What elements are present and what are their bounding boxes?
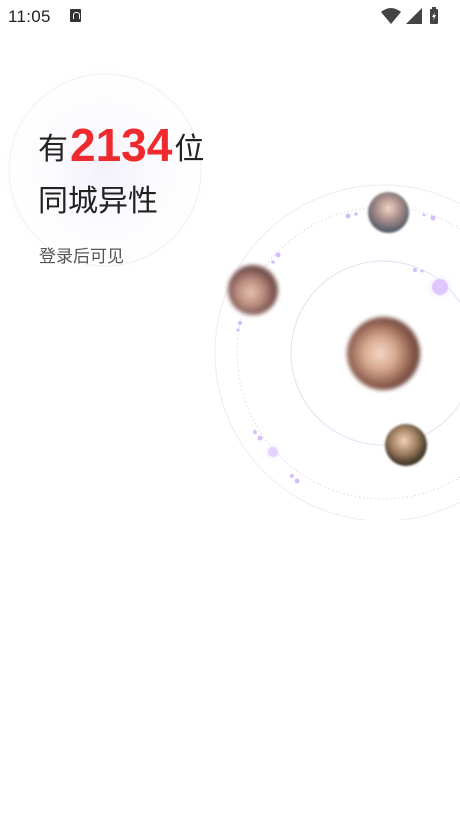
outer-ring	[214, 184, 460, 520]
avatar[interactable]	[228, 265, 278, 315]
orbit-dot	[271, 260, 275, 264]
battery-charging-icon	[430, 7, 438, 24]
system-icons	[380, 6, 450, 26]
avatar[interactable]	[347, 317, 420, 390]
status-time: 11:05	[8, 7, 51, 26]
orbit-dot	[257, 435, 263, 441]
glow-dot	[268, 447, 278, 457]
glow-dot	[263, 442, 283, 462]
glow-dot	[432, 279, 448, 295]
avatar[interactable]	[368, 192, 409, 233]
status-bar: 11:05	[0, 0, 460, 32]
orbit-dot	[412, 267, 418, 273]
headline-suffix: 位	[174, 132, 205, 167]
orbit-dot	[422, 213, 426, 217]
notification-a-icon	[70, 9, 81, 22]
login-hint[interactable]: 登录后可见	[39, 242, 124, 267]
orbit-dot	[430, 215, 436, 221]
nearby-count-headline: 有2134位 同城异性	[38, 118, 204, 222]
nearby-count: 2134	[70, 119, 173, 171]
orbit-dot	[354, 212, 358, 216]
avatar[interactable]	[385, 424, 427, 466]
orbit-dot	[294, 478, 300, 484]
headline-prefix: 有	[38, 132, 68, 167]
orbit-dot	[275, 252, 281, 258]
orbit-dot	[237, 320, 243, 326]
headline-subtitle: 同城异性	[38, 184, 158, 219]
signal-icon	[406, 8, 422, 24]
wifi-icon	[381, 8, 401, 24]
orbit-dot	[236, 328, 240, 332]
glow-dot	[424, 271, 456, 303]
orbit-dot	[253, 430, 257, 434]
headline-count-line: 有2134位	[38, 118, 204, 172]
orbit-dot	[290, 474, 294, 478]
orbit-dot	[420, 269, 424, 273]
orbit-dot	[345, 213, 351, 219]
